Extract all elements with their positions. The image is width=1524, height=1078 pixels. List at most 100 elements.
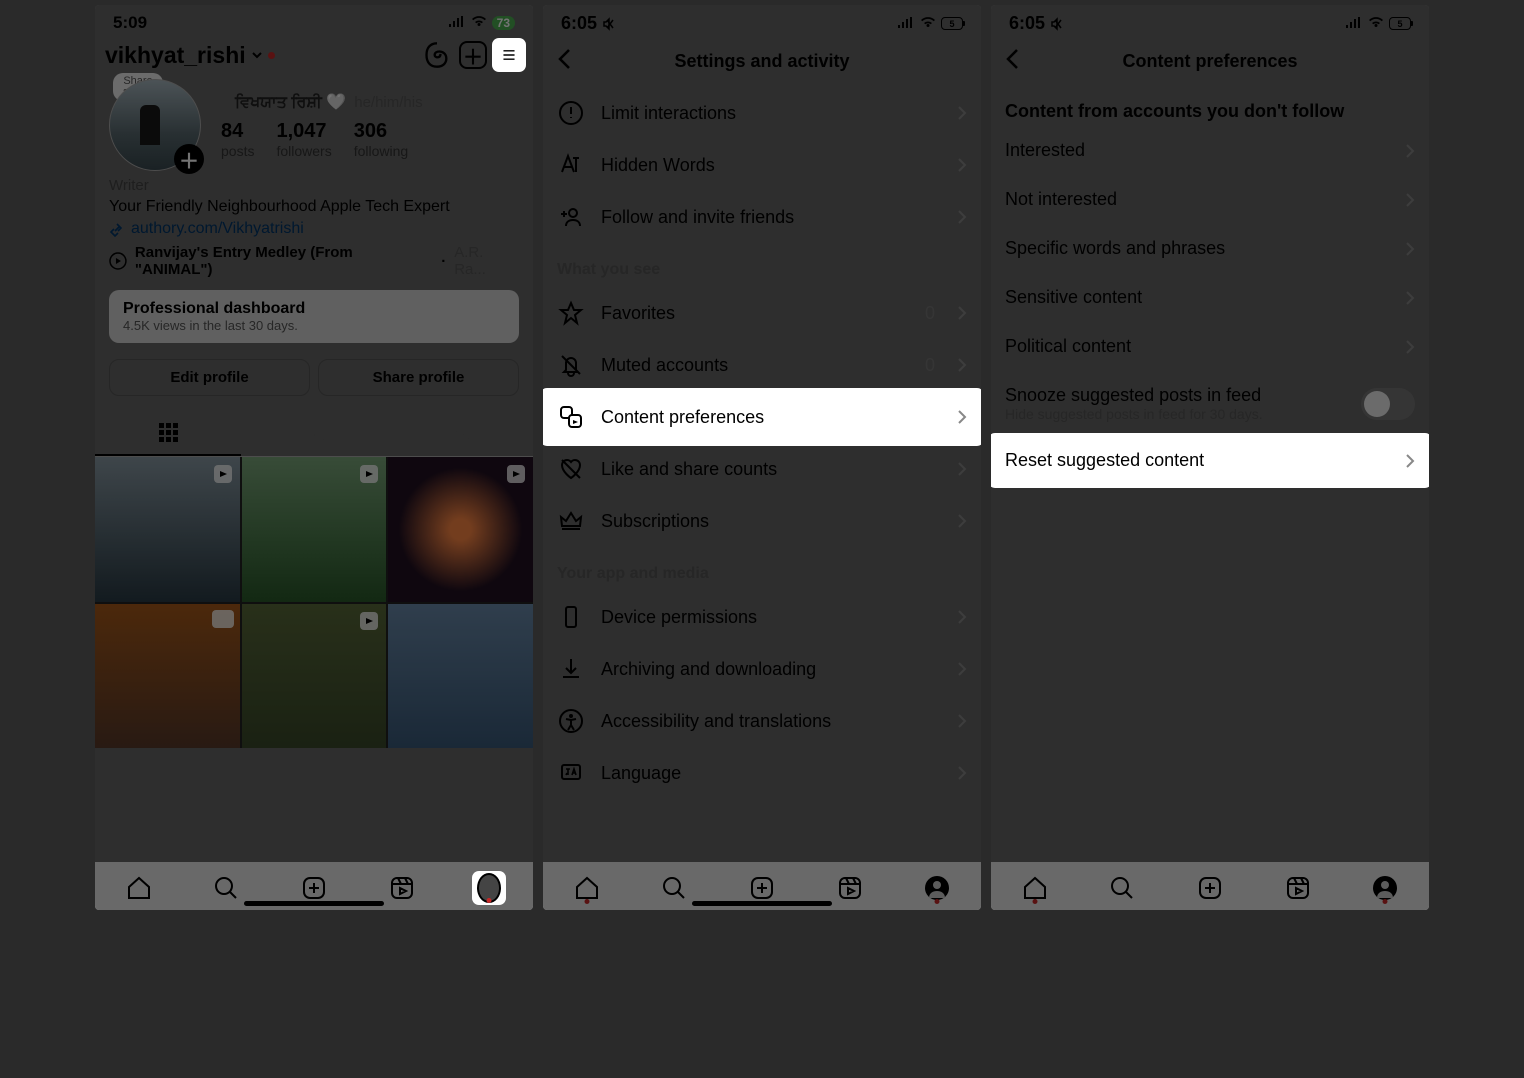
profile-music[interactable]: Ranvijay's Entry Medley (From "ANIMAL") …: [95, 240, 533, 282]
language-row[interactable]: Language: [543, 747, 981, 799]
clock: 6:05: [1009, 13, 1045, 34]
edit-profile-button[interactable]: Edit profile: [109, 359, 310, 396]
chevron-right-icon: [957, 209, 967, 225]
back-button[interactable]: [1005, 48, 1033, 75]
profile-action-buttons: Edit profile Share profile: [95, 351, 533, 404]
chevron-right-icon: [1405, 453, 1415, 469]
following-stat[interactable]: 306 following: [354, 120, 408, 159]
create-tab[interactable]: [1196, 874, 1224, 902]
person-add-icon: [557, 203, 585, 231]
battery-icon: 5: [1389, 17, 1411, 30]
profile-tab[interactable]: [1371, 874, 1399, 902]
post-thumbnail[interactable]: [242, 457, 387, 602]
star-icon: [557, 299, 585, 327]
posts-tab[interactable]: [95, 410, 241, 456]
chevron-right-icon: [1405, 192, 1415, 208]
profile-link[interactable]: authory.com/Vikhyatrishi: [95, 218, 533, 240]
specific-words-row[interactable]: Specific words and phrases: [991, 224, 1429, 273]
avatar-area[interactable]: Share a note ＋: [109, 79, 201, 171]
post-thumbnail[interactable]: [388, 457, 533, 602]
heart-off-icon: [557, 455, 585, 483]
profile-header: vikhyat_rishi ＋: [95, 35, 533, 75]
share-profile-button[interactable]: Share profile: [318, 359, 519, 396]
reels-tab[interactable]: [241, 410, 387, 456]
profile-tab[interactable]: [475, 874, 503, 902]
muted-accounts-row[interactable]: Muted accounts 0: [543, 339, 981, 391]
post-thumbnail[interactable]: [388, 604, 533, 749]
setting-label: Like and share counts: [601, 459, 941, 480]
status-right: 5: [897, 13, 963, 34]
search-tab[interactable]: [660, 874, 688, 902]
subscriptions-row[interactable]: Subscriptions: [543, 495, 981, 547]
silent-icon: [601, 16, 617, 32]
reel-badge-icon: [358, 610, 380, 632]
threads-icon[interactable]: [423, 41, 451, 69]
username-text: vikhyat_rishi: [105, 42, 246, 69]
add-story-button[interactable]: ＋: [174, 144, 204, 174]
create-tab[interactable]: [300, 874, 328, 902]
create-button[interactable]: ＋: [459, 41, 487, 69]
reels-nav-tab[interactable]: [388, 874, 416, 902]
favorites-row[interactable]: Favorites 0: [543, 287, 981, 339]
accessibility-row[interactable]: Accessibility and translations: [543, 695, 981, 747]
archiving-row[interactable]: Archiving and downloading: [543, 643, 981, 695]
sensitive-content-row[interactable]: Sensitive content: [991, 273, 1429, 322]
wifi-icon: [1367, 13, 1385, 34]
pref-label: Sensitive content: [1005, 287, 1405, 308]
status-bar: 5:09 73: [95, 5, 533, 35]
pref-label: Political content: [1005, 336, 1405, 357]
profile-tabs: [95, 410, 533, 457]
chevron-right-icon: [957, 713, 967, 729]
post-thumbnail[interactable]: [242, 604, 387, 749]
create-tab[interactable]: [748, 874, 776, 902]
chevron-right-icon: [1405, 339, 1415, 355]
like-share-counts-row[interactable]: Like and share counts: [543, 443, 981, 495]
chevron-right-icon: [957, 661, 967, 677]
play-icon: [109, 252, 127, 270]
tagged-tab[interactable]: [387, 410, 533, 456]
page-title: Settings and activity: [674, 51, 849, 72]
hamburger-menu-button[interactable]: [495, 41, 523, 69]
profile-tab[interactable]: [923, 874, 951, 902]
device-permissions-row[interactable]: Device permissions: [543, 591, 981, 643]
setting-label: Device permissions: [601, 607, 941, 628]
hidden-words-row[interactable]: Hidden Words: [543, 139, 981, 191]
content-preferences-row[interactable]: Content preferences: [543, 391, 981, 443]
page-title: Content preferences: [1122, 51, 1297, 72]
post-thumbnail[interactable]: [95, 457, 240, 602]
back-button[interactable]: [557, 48, 585, 75]
reel-badge-icon: [212, 463, 234, 485]
home-tab[interactable]: [573, 874, 601, 902]
setting-label: Subscriptions: [601, 511, 941, 532]
not-interested-row[interactable]: Not interested: [991, 175, 1429, 224]
muted-count: 0: [925, 355, 935, 376]
category-label: Writer: [95, 175, 533, 196]
political-content-row[interactable]: Political content: [991, 322, 1429, 371]
music-title: Ranvijay's Entry Medley (From "ANIMAL"): [135, 244, 433, 278]
setting-label: Language: [601, 763, 941, 784]
snooze-row[interactable]: Snooze suggested posts in feed Hide sugg…: [991, 371, 1429, 436]
snooze-title: Snooze suggested posts in feed: [1005, 385, 1361, 406]
setting-label: Accessibility and translations: [601, 711, 941, 732]
posts-stat[interactable]: 84 posts: [221, 120, 254, 159]
username-dropdown[interactable]: vikhyat_rishi: [105, 42, 275, 69]
professional-dashboard[interactable]: Professional dashboard 4.5K views in the…: [109, 290, 519, 343]
notification-dot: [268, 52, 275, 59]
interested-row[interactable]: Interested: [991, 126, 1429, 175]
pref-label: Reset suggested content: [1005, 450, 1405, 471]
post-thumbnail[interactable]: [95, 604, 240, 749]
reset-suggested-content-row[interactable]: Reset suggested content: [991, 436, 1429, 485]
search-tab[interactable]: [212, 874, 240, 902]
reels-nav-tab[interactable]: [836, 874, 864, 902]
music-artist: A.R. Ra...: [454, 244, 519, 278]
follow-invite-row[interactable]: Follow and invite friends: [543, 191, 981, 243]
limit-interactions-row[interactable]: Limit interactions: [543, 87, 981, 139]
search-tab[interactable]: [1108, 874, 1136, 902]
reels-nav-tab[interactable]: [1284, 874, 1312, 902]
followers-stat[interactable]: 1,047 followers: [276, 120, 331, 159]
snooze-toggle[interactable]: [1361, 388, 1415, 420]
battery-icon: 73: [492, 16, 515, 30]
home-tab[interactable]: [1021, 874, 1049, 902]
home-tab[interactable]: [125, 874, 153, 902]
favorites-count: 0: [925, 303, 935, 324]
